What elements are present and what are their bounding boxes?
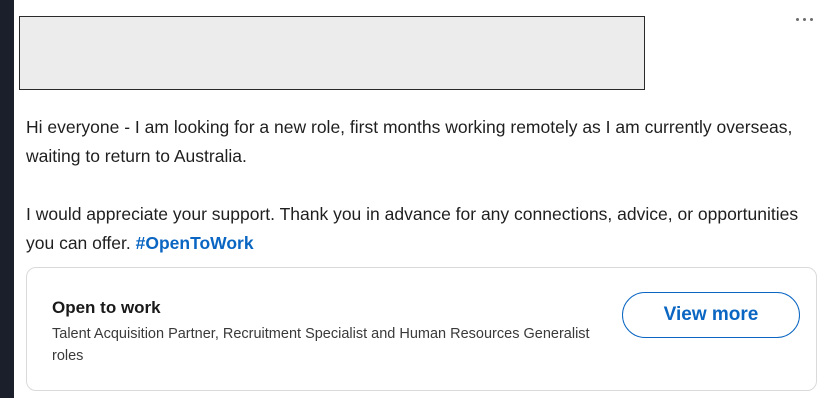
post-paragraph-2: I would appreciate your support. Thank y… bbox=[26, 200, 816, 258]
post-body: Hi everyone - I am looking for a new rol… bbox=[26, 113, 816, 258]
view-more-button[interactable]: View more bbox=[622, 292, 800, 338]
open-to-work-title: Open to work bbox=[52, 298, 161, 317]
dot bbox=[810, 18, 813, 21]
dot bbox=[803, 18, 806, 21]
feed-post: Hi everyone - I am looking for a new rol… bbox=[14, 0, 821, 398]
more-options-icon[interactable] bbox=[796, 18, 813, 21]
open-to-work-roles: Talent Acquisition Partner, Recruitment … bbox=[52, 326, 590, 364]
dot bbox=[796, 18, 799, 21]
hashtag-link[interactable]: #OpenToWork bbox=[136, 233, 254, 253]
open-to-work-card: Open to work Talent Acquisition Partner,… bbox=[26, 267, 817, 391]
post-paragraph-1: Hi everyone - I am looking for a new rol… bbox=[26, 117, 793, 166]
redacted-author-header bbox=[19, 16, 645, 90]
